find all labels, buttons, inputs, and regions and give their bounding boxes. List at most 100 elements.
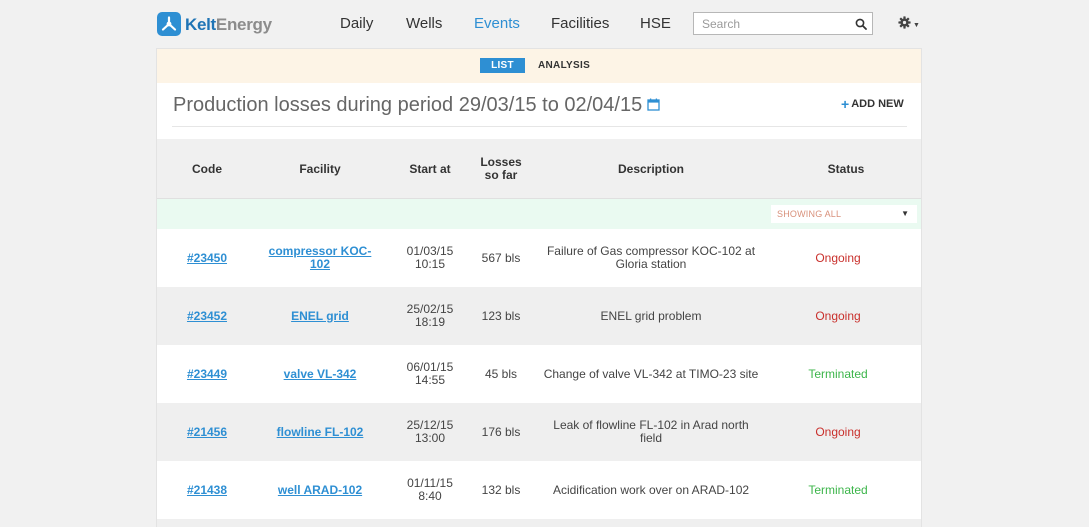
column-header-status[interactable]: Status [771,139,921,199]
cell-start: 25/02/15 18:19 [389,287,471,345]
status-badge: Ongoing [815,424,861,439]
column-header-description[interactable]: Description [531,139,771,199]
start-time: 18:19 [414,315,446,329]
column-header-facility[interactable]: Facility [257,139,383,199]
cell-facility: compressor KOC-102 [257,229,383,287]
facility-link[interactable]: well ARAD-102 [265,483,375,497]
status-badge: Terminated [808,482,868,497]
event-code-link[interactable]: #21438 [187,483,227,497]
cell-start: 25/12/15 13:00 [389,403,471,461]
column-header-losses[interactable]: Losses so far [471,139,531,199]
cell-losses: 567 bls [471,229,531,287]
table-row: #21456 flowline FL-102 25/12/15 13:00 176… [157,403,921,461]
nav-item-daily[interactable]: Daily [340,15,373,32]
cell-description: Change of valve VL-342 at TIMO-23 site [531,345,771,403]
start-date: 01/11/15 [407,476,453,490]
losses-value: 123 bls [481,308,521,323]
cell-start: 06/01/15 14:55 [389,345,471,403]
status-filter-select[interactable]: SHOWING ALL ▼ [771,205,917,223]
search-box [693,12,873,35]
cell-status: Ongoing [771,403,905,461]
status-badge: Terminated [808,366,868,381]
tab-analysis[interactable]: ANALYSIS [538,58,590,73]
start-datetime: 25/02/15 18:19 [405,303,455,329]
brand-name-part2: Energy [215,14,272,34]
description-text: Failure of Gas compressor KOC-102 at Glo… [546,244,756,271]
start-time: 8:40 [418,489,442,503]
cell-status: Terminated [771,461,905,519]
page-title: Production losses during period 29/03/15… [173,94,660,117]
events-panel: LIST ANALYSIS Production losses during p… [156,48,922,527]
cell-losses: 45 bls [471,345,531,403]
start-date: 06/01/15 [406,360,454,374]
search-icon[interactable] [855,17,867,35]
facility-link[interactable]: flowline FL-102 [265,425,375,439]
facility-link[interactable]: valve VL-342 [265,367,375,381]
calendar-icon[interactable] [647,94,660,117]
start-time: 13:00 [414,431,446,445]
facility-link[interactable]: ENEL grid [265,309,375,323]
nav-item-wells[interactable]: Wells [406,15,442,32]
filter-row: SHOWING ALL ▼ [157,199,921,229]
facility-link[interactable]: compressor KOC-102 [265,245,375,271]
start-time: 14:55 [414,373,446,387]
event-code-link[interactable]: #21456 [187,425,227,439]
brand-name-part1: Kelt [185,14,216,34]
start-time: 10:15 [414,257,446,271]
losses-value: 567 bls [481,250,521,265]
cell-description: Acidification work over on ARAD-102 [531,461,771,519]
page-title-text: Production losses during period 29/03/15… [173,94,643,116]
add-new-button[interactable]: + ADD NEW [841,97,904,111]
start-datetime: 25/12/15 13:00 [405,419,455,445]
title-divider [172,126,907,127]
cell-code: #23452 [157,287,257,345]
cell-status: Terminated [771,345,905,403]
cell-start: 01/11/15 8:40 [389,461,471,519]
cell-status: Ongoing [771,229,905,287]
losses-value: 176 bls [481,424,521,439]
caret-down-icon: ▼ [901,209,909,218]
view-tabs: LIST ANALYSIS [157,49,921,83]
status-badge: Ongoing [815,250,861,265]
event-code-link[interactable]: #23449 [187,367,227,381]
cell-status: Ongoing [771,287,905,345]
cell-losses: 176 bls [471,403,531,461]
start-datetime: 01/11/15 8:40 [405,477,455,503]
table-row: #23449 valve VL-342 06/01/15 14:55 45 bls… [157,345,921,403]
cell-facility: valve VL-342 [257,345,383,403]
cell-description: Failure of Gas compressor KOC-102 at Glo… [531,229,771,287]
nav-item-facilities[interactable]: Facilities [551,15,609,32]
nav-item-hse[interactable]: HSE [640,15,671,32]
cell-description: ENEL grid problem [531,287,771,345]
table-header: Code Facility Start at Losses so far Des… [157,139,921,199]
brand-name: KeltEnergy [185,16,272,33]
event-code-link[interactable]: #23452 [187,309,227,323]
nav-item-events[interactable]: Events [474,15,520,32]
start-datetime: 06/01/15 14:55 [405,361,455,387]
add-new-label: ADD NEW [851,98,904,110]
settings-menu[interactable]: ▼ [898,16,920,34]
cell-facility: well ARAD-102 [257,461,383,519]
cell-code: #21456 [157,403,257,461]
column-header-start[interactable]: Start at [389,139,471,199]
event-code-link[interactable]: #23450 [187,251,227,265]
cell-facility: flowline FL-102 [257,403,383,461]
tab-list[interactable]: LIST [480,58,525,73]
table-row: #23452 ENEL grid 25/02/15 18:19 123 bls E… [157,287,921,345]
logo-mark-icon [157,12,181,36]
description-text: ENEL grid problem [600,308,702,323]
search-input[interactable] [694,13,850,34]
cell-losses: 132 bls [471,461,531,519]
start-date: 25/12/15 [406,418,454,432]
chevron-down-icon: ▼ [913,21,920,29]
losses-value: 45 bls [484,366,518,381]
cell-start: 01/03/15 10:15 [389,229,471,287]
start-date: 01/03/15 [406,244,454,258]
brand-logo[interactable]: KeltEnergy [157,11,272,37]
cell-facility: ENEL grid [257,287,383,345]
status-filter-value: SHOWING ALL [777,209,842,219]
column-header-code[interactable]: Code [157,139,257,199]
start-date: 25/02/15 [406,302,454,316]
cell-description: Leak of flowline FL-102 in Arad north fi… [531,403,771,461]
plus-icon: + [841,96,850,112]
